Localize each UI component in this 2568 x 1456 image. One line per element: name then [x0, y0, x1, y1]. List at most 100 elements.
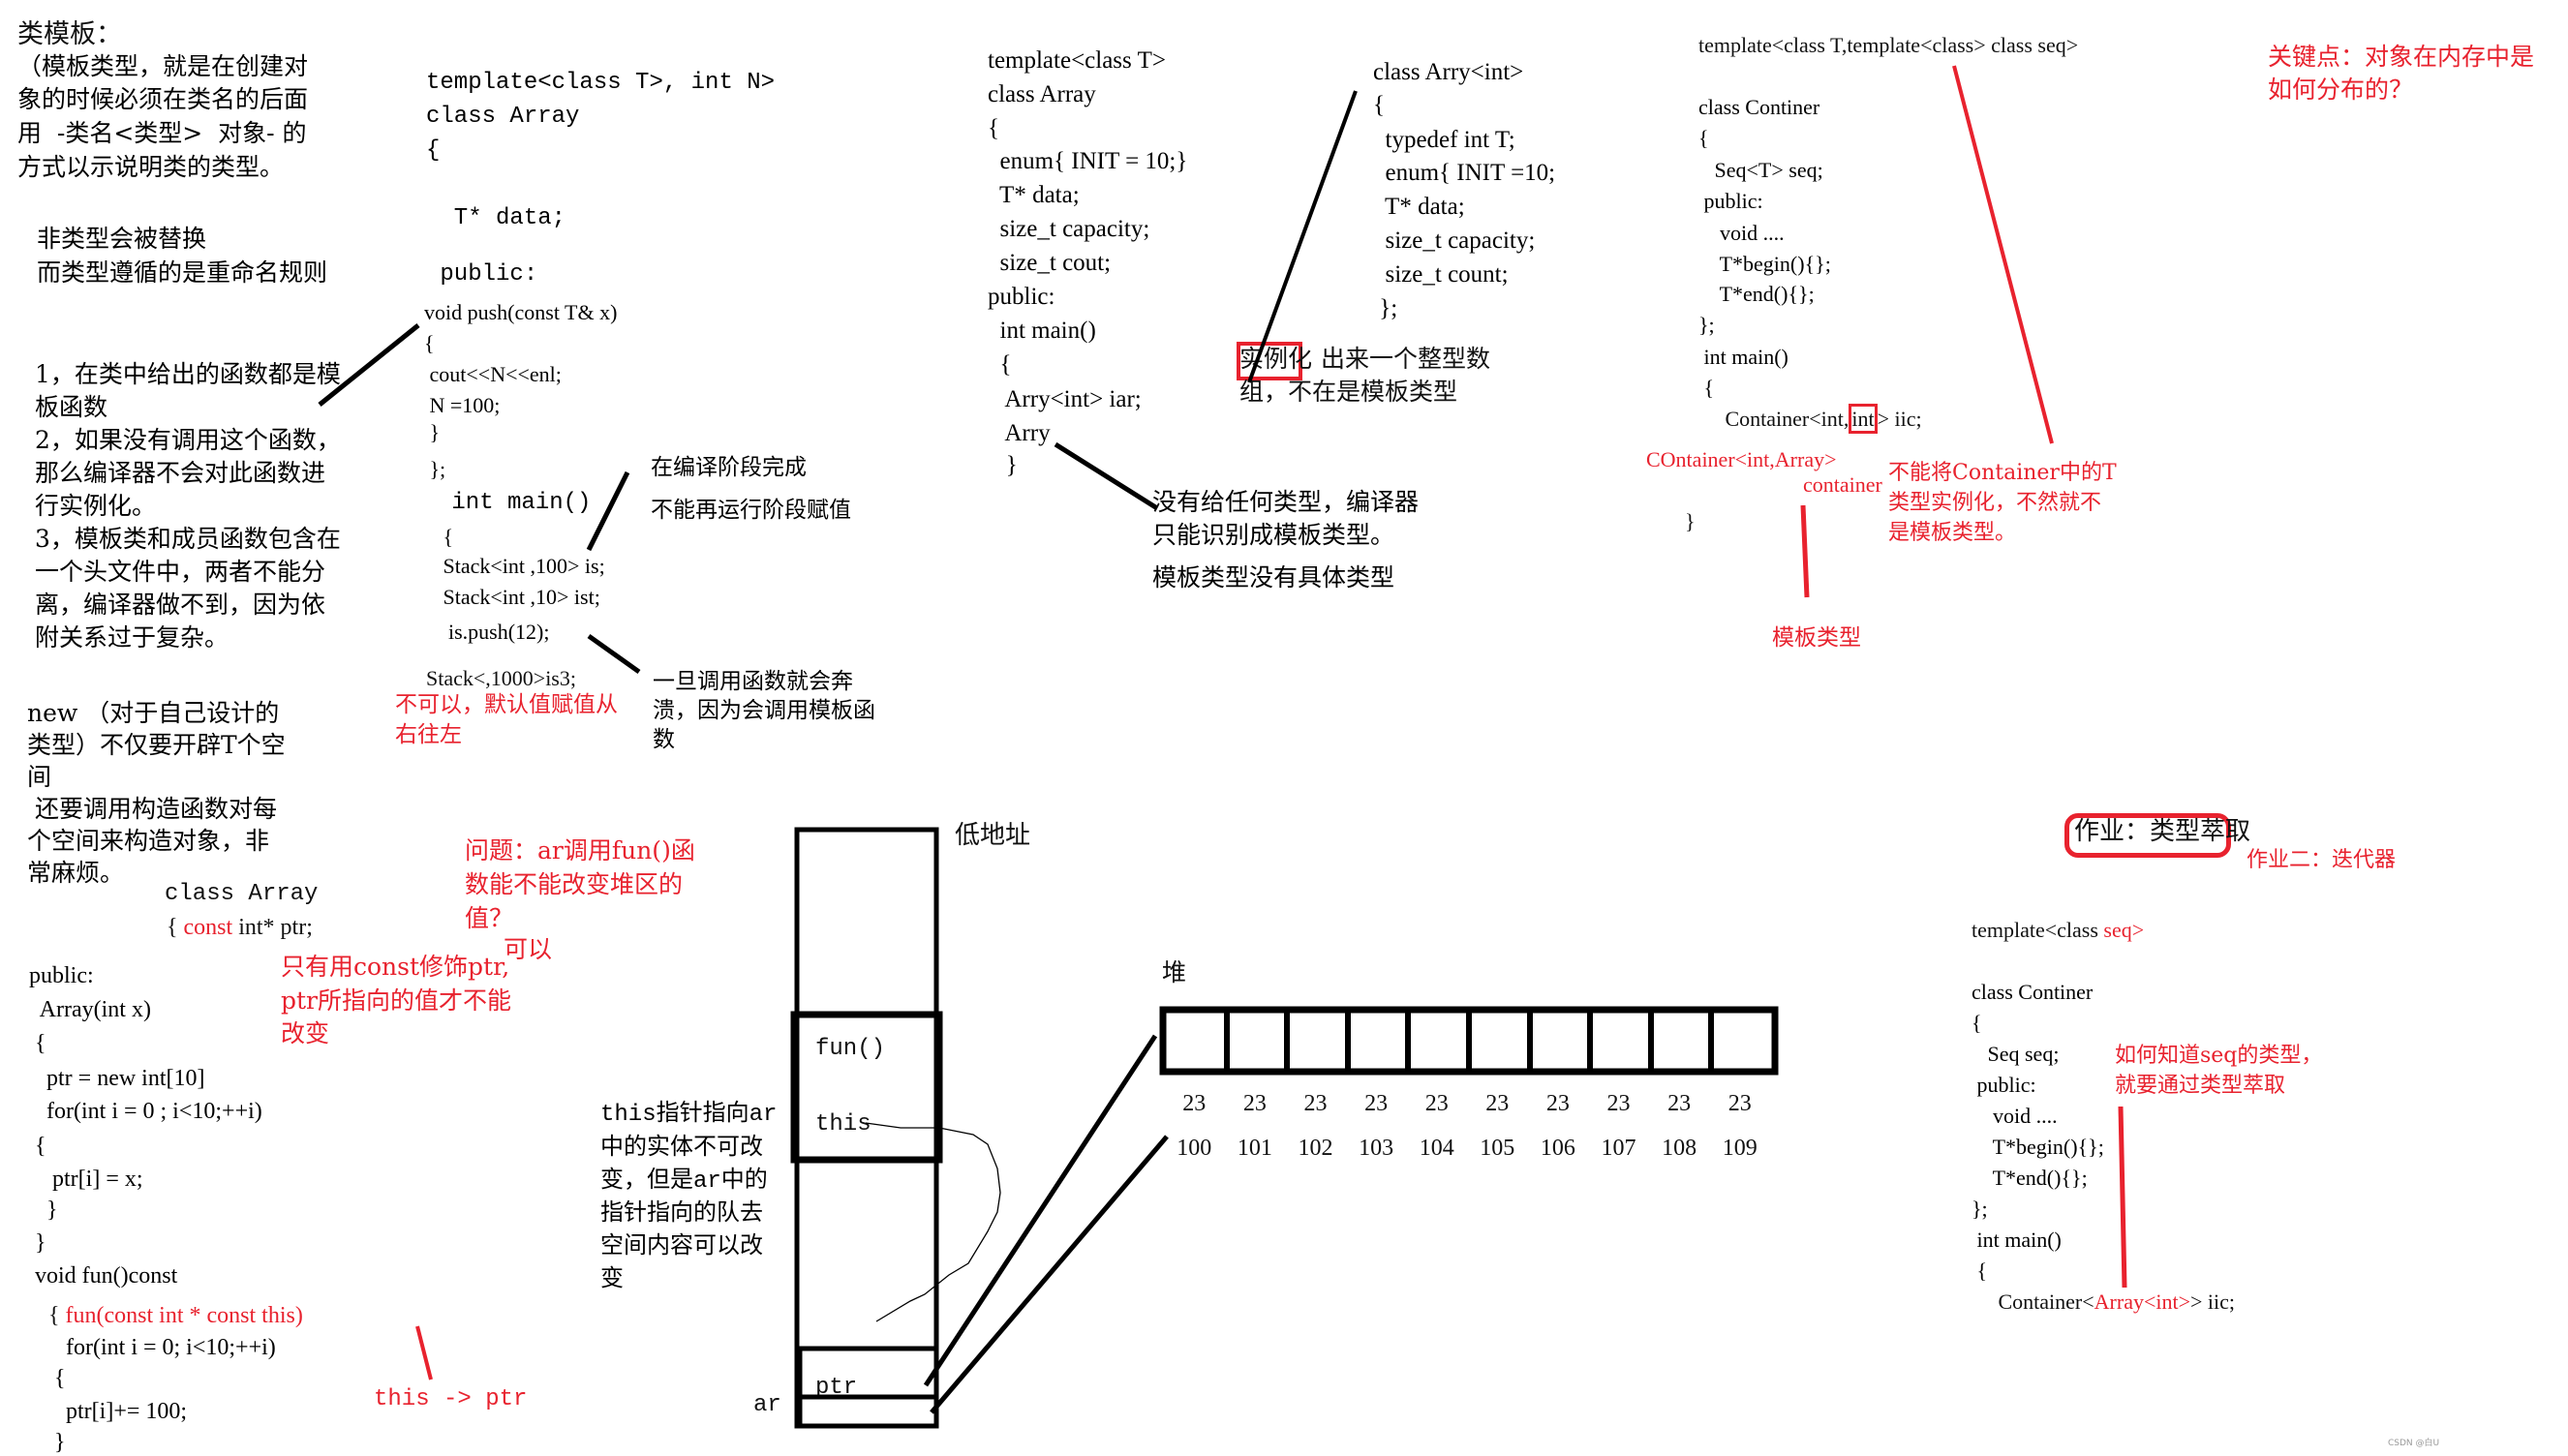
- canvas: 类模板： （模板类型，就是在创建对 象的时候必须在类名的后面 用 -类名<类型>…: [0, 0, 2568, 1456]
- code-line: public:: [1698, 189, 1763, 213]
- code-line: {: [1698, 126, 1709, 150]
- heap-cell-address: 106: [1540, 1136, 1575, 1161]
- heap-cell-divider: [1466, 1012, 1472, 1070]
- heap-cell-value: 23: [1667, 1091, 1692, 1116]
- code-line: public:: [988, 284, 1055, 310]
- note-line: 指针指向的队去: [600, 1201, 763, 1228]
- code-line: class Array: [426, 104, 580, 130]
- heap-cell-divider: [1526, 1012, 1533, 1070]
- ptr-to-heap-line-1: [923, 1034, 1158, 1387]
- point-line: 3，模板类和成员函数包含在: [35, 525, 341, 553]
- heap-cell-address: 103: [1359, 1136, 1394, 1161]
- heap-label: 堆: [1162, 958, 1187, 986]
- decl-boxed-int: int: [1849, 404, 1878, 434]
- left-title: 类模板：: [17, 19, 122, 49]
- stack-frame-fun: fun(): [815, 1036, 886, 1062]
- homework-title: 作业：类型萃取: [2074, 817, 2251, 846]
- const-ptr-line: { const int* ptr;: [167, 916, 313, 939]
- code-line: {: [1373, 92, 1385, 118]
- heap-cell-value: 23: [1182, 1091, 1207, 1116]
- code-line: };: [424, 457, 446, 481]
- instantiate-note: 出来一个整型数: [1321, 345, 1491, 373]
- note-line: 就要通过类型萃取: [2115, 1074, 2286, 1098]
- code-line: void fun()const: [29, 1263, 178, 1289]
- note-line: this指针指向ar: [600, 1102, 778, 1128]
- code-line: int main(): [1698, 345, 1788, 369]
- note-line: 不可以，默认值赋值从: [395, 692, 618, 717]
- container-header: template<class T,template<class> class s…: [1698, 33, 2079, 57]
- code-line: ptr[i] = x;: [29, 1167, 143, 1192]
- code-line: class Array: [988, 81, 1096, 107]
- code-line: for(int i = 0; i<10;++i): [48, 1335, 276, 1360]
- code-line: {: [48, 1366, 66, 1391]
- template-type-note: 模板类型: [1772, 625, 1861, 651]
- ptr-decl: int* ptr;: [232, 915, 313, 940]
- container-decl: Container<int, int > iic;: [1698, 404, 1922, 434]
- code-line: ptr[i]+= 100;: [48, 1399, 188, 1424]
- heap-cell-value: 23: [1545, 1091, 1570, 1116]
- code-line: cout<<N<<enl;: [424, 362, 562, 386]
- note-line: 空间内容可以改: [600, 1234, 763, 1260]
- note-line: 是模板类型。: [1888, 521, 2017, 545]
- note-line: 中的实体不可改: [600, 1136, 763, 1162]
- code-line: {: [424, 331, 435, 355]
- red-container-word: container: [1803, 472, 1882, 497]
- code-line: T* data;: [426, 205, 566, 231]
- new-note-line: 间: [27, 763, 52, 791]
- heap-cell-value: 23: [1606, 1091, 1631, 1116]
- code-line: void push(const T& x): [424, 300, 618, 324]
- code-line: int main(): [438, 490, 592, 516]
- code-line: int main(): [1972, 1228, 2062, 1252]
- code-line: size_t capacity;: [1373, 228, 1536, 254]
- fun-this-signature: fun(const int * const this): [65, 1303, 303, 1328]
- code-line: T*end(){};: [1698, 282, 1815, 306]
- note-line: ptr所指向的值才不能: [281, 986, 512, 1015]
- note-line: 问题：ar调用fun()函: [465, 836, 695, 864]
- code-line: Seq<T> seq;: [1698, 158, 1823, 182]
- homework-decl: Container<Array<int>> iic;: [1972, 1289, 2236, 1314]
- heap-cell-divider: [1223, 1012, 1230, 1070]
- header-prefix: template<class: [1972, 918, 2098, 942]
- ptr-to-heap-line-2: [930, 1135, 1169, 1414]
- point-line: 板函数: [35, 393, 108, 421]
- point-line: 附关系过于复杂。: [35, 623, 229, 652]
- note-line: 值？: [465, 904, 514, 932]
- watermark: CSDN @白U: [2388, 1439, 2440, 1448]
- note-line: 在编译阶段完成: [651, 455, 807, 480]
- code-line: int main(): [988, 318, 1096, 344]
- heap-cell-address: 104: [1419, 1136, 1454, 1161]
- code-line: Stack<int ,10> ist;: [438, 585, 600, 609]
- note-line: 如何分布的？: [2268, 76, 2414, 104]
- intro-line: 方式以示说明类的类型。: [17, 153, 285, 181]
- code-line: template<class T>, int N>: [426, 70, 776, 96]
- heap-cell-value: 23: [1242, 1091, 1267, 1116]
- code-line: };: [1972, 1197, 1988, 1221]
- callout-line-crash: [587, 633, 641, 675]
- decl-prefix: Container<int,: [1698, 407, 1850, 431]
- this-ptr-note: this -> ptr: [374, 1386, 528, 1412]
- point-line: 离，编译器做不到，因为依: [35, 591, 326, 619]
- note-line: 数能不能改变堆区的: [465, 870, 684, 898]
- homework-two: 作业二：迭代器: [2247, 848, 2397, 872]
- code-line: class Continer: [1972, 980, 2094, 1004]
- annotation-strokes: [318, 65, 2127, 1429]
- heap-cell-address: 107: [1601, 1136, 1636, 1161]
- homework-header: template<class seq>: [1972, 920, 2144, 941]
- callout-line-instantiate: [1247, 90, 1358, 383]
- heap-cell-divider: [1587, 1012, 1594, 1070]
- ar-ptr-label: ptr: [815, 1375, 858, 1401]
- heap-cell-value: 23: [1364, 1091, 1389, 1116]
- code-line: T*begin(){};: [1972, 1135, 2104, 1159]
- callout-line-compile: [586, 470, 630, 552]
- code-line: }: [48, 1430, 66, 1455]
- point-line: 那么编译器不会对此函数进: [35, 459, 326, 487]
- const-keyword: const: [183, 915, 233, 940]
- code-line: T*begin(){};: [1698, 252, 1831, 276]
- note-line: 一旦调用函数就会奔: [653, 669, 853, 694]
- can-note: 可以: [504, 935, 553, 963]
- new-note-line: 还要调用构造函数对每: [27, 795, 277, 823]
- decl-prefix: Container<: [1972, 1289, 2094, 1314]
- code-line: }: [424, 420, 441, 444]
- code-line: enum{ INIT = 10;}: [988, 148, 1188, 174]
- instantiate-highlight: 实例化: [1239, 345, 1313, 373]
